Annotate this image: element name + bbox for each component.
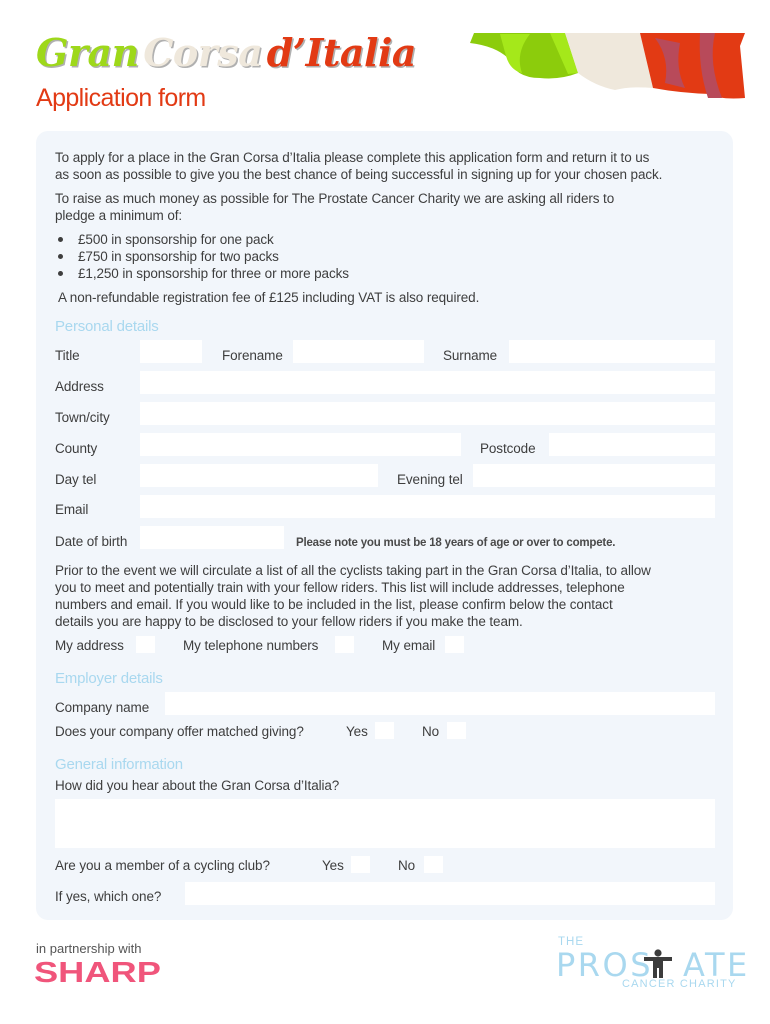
section-employer-details: Employer details (55, 670, 163, 687)
page-subtitle: Application form (36, 84, 206, 112)
pledge-item: £500 in sponsorship for one pack (78, 232, 274, 247)
evening-tel-field[interactable] (473, 464, 715, 487)
sharp-logo: SHARP (34, 957, 161, 989)
intro-text: To raise as much money as possible for T… (55, 191, 615, 206)
company-name-field[interactable] (165, 692, 715, 715)
title-gran: Gran (36, 30, 139, 75)
forename-field[interactable] (293, 340, 424, 363)
intro-text: pledge a minimum of: (55, 208, 183, 223)
my-email-label: My email (382, 638, 436, 653)
intro-text: To apply for a place in the Gran Corsa d… (55, 150, 650, 165)
age-note: Please note you must be 18 years of age … (296, 537, 616, 549)
email-label: Email (55, 502, 89, 517)
email-field[interactable] (140, 495, 715, 518)
hear-answer-field[interactable] (55, 799, 715, 848)
my-phone-checkbox[interactable] (335, 636, 354, 653)
club-no-label: No (398, 858, 416, 873)
title-italia: d’Italia (266, 30, 417, 75)
matched-yes-checkbox[interactable] (375, 722, 394, 739)
town-field[interactable] (140, 402, 715, 425)
county-label: County (55, 441, 98, 456)
title-corsa: Corsa (143, 30, 263, 75)
which-club-label: If yes, which one? (55, 889, 162, 904)
title-label: Title (55, 348, 80, 363)
club-yes-checkbox[interactable] (351, 856, 370, 873)
cycling-club-question: Are you a member of a cycling club? (55, 858, 270, 873)
town-label: Town/city (55, 410, 110, 425)
postcode-label: Postcode (480, 441, 536, 456)
address-label: Address (55, 379, 104, 394)
bullet-icon (58, 237, 63, 242)
dob-field[interactable] (140, 526, 284, 549)
matched-no-label: No (422, 724, 440, 739)
club-no-checkbox[interactable] (424, 856, 443, 873)
day-tel-field[interactable] (140, 464, 378, 487)
surname-field[interactable] (509, 340, 715, 363)
my-phone-label: My telephone numbers (183, 638, 319, 653)
title-field[interactable] (140, 340, 202, 363)
forename-label: Forename (222, 348, 283, 363)
intro-text: as soon as possible to give you the best… (55, 167, 663, 182)
disclosure-text: details you are happy to be disclosed to… (55, 614, 523, 629)
pledge-item: £1,250 in sponsorship for three or more … (78, 266, 349, 281)
person-figure-icon (644, 949, 672, 978)
partnership-text: in partnership with (36, 941, 142, 956)
disclosure-text: numbers and email. If you would like to … (55, 597, 613, 612)
evening-tel-label: Evening tel (397, 472, 463, 487)
disclosure-text: you to meet and potentially train with y… (55, 580, 625, 595)
surname-label: Surname (443, 348, 498, 363)
which-club-field[interactable] (185, 882, 715, 905)
address-field[interactable] (140, 371, 715, 394)
fee-note: A non-refundable registration fee of £12… (58, 290, 480, 305)
day-tel-label: Day tel (55, 472, 97, 487)
my-email-checkbox[interactable] (445, 636, 464, 653)
bullet-icon (58, 254, 63, 259)
postcode-field[interactable] (549, 433, 715, 456)
hear-question: How did you hear about the Gran Corsa d’… (55, 778, 340, 793)
company-name-label: Company name (55, 700, 150, 715)
bullet-icon (58, 271, 63, 276)
county-field[interactable] (140, 433, 461, 456)
italian-flag-icon (470, 33, 745, 99)
matched-no-checkbox[interactable] (447, 722, 466, 739)
charity-logo-subtitle: CANCER CHARITY (622, 978, 737, 990)
my-address-checkbox[interactable] (136, 636, 155, 653)
section-general-information: General information (55, 756, 183, 773)
dob-label: Date of birth (55, 534, 128, 549)
my-address-label: My address (55, 638, 124, 653)
event-title: Gran Corsa d’Italia (36, 30, 417, 76)
pledge-item: £750 in sponsorship for two packs (78, 249, 279, 264)
matched-yes-label: Yes (346, 724, 368, 739)
club-yes-label: Yes (322, 858, 344, 873)
matched-giving-question: Does your company offer matched giving? (55, 724, 304, 739)
section-personal-details: Personal details (55, 318, 159, 335)
disclosure-text: Prior to the event we will circulate a l… (55, 563, 651, 578)
